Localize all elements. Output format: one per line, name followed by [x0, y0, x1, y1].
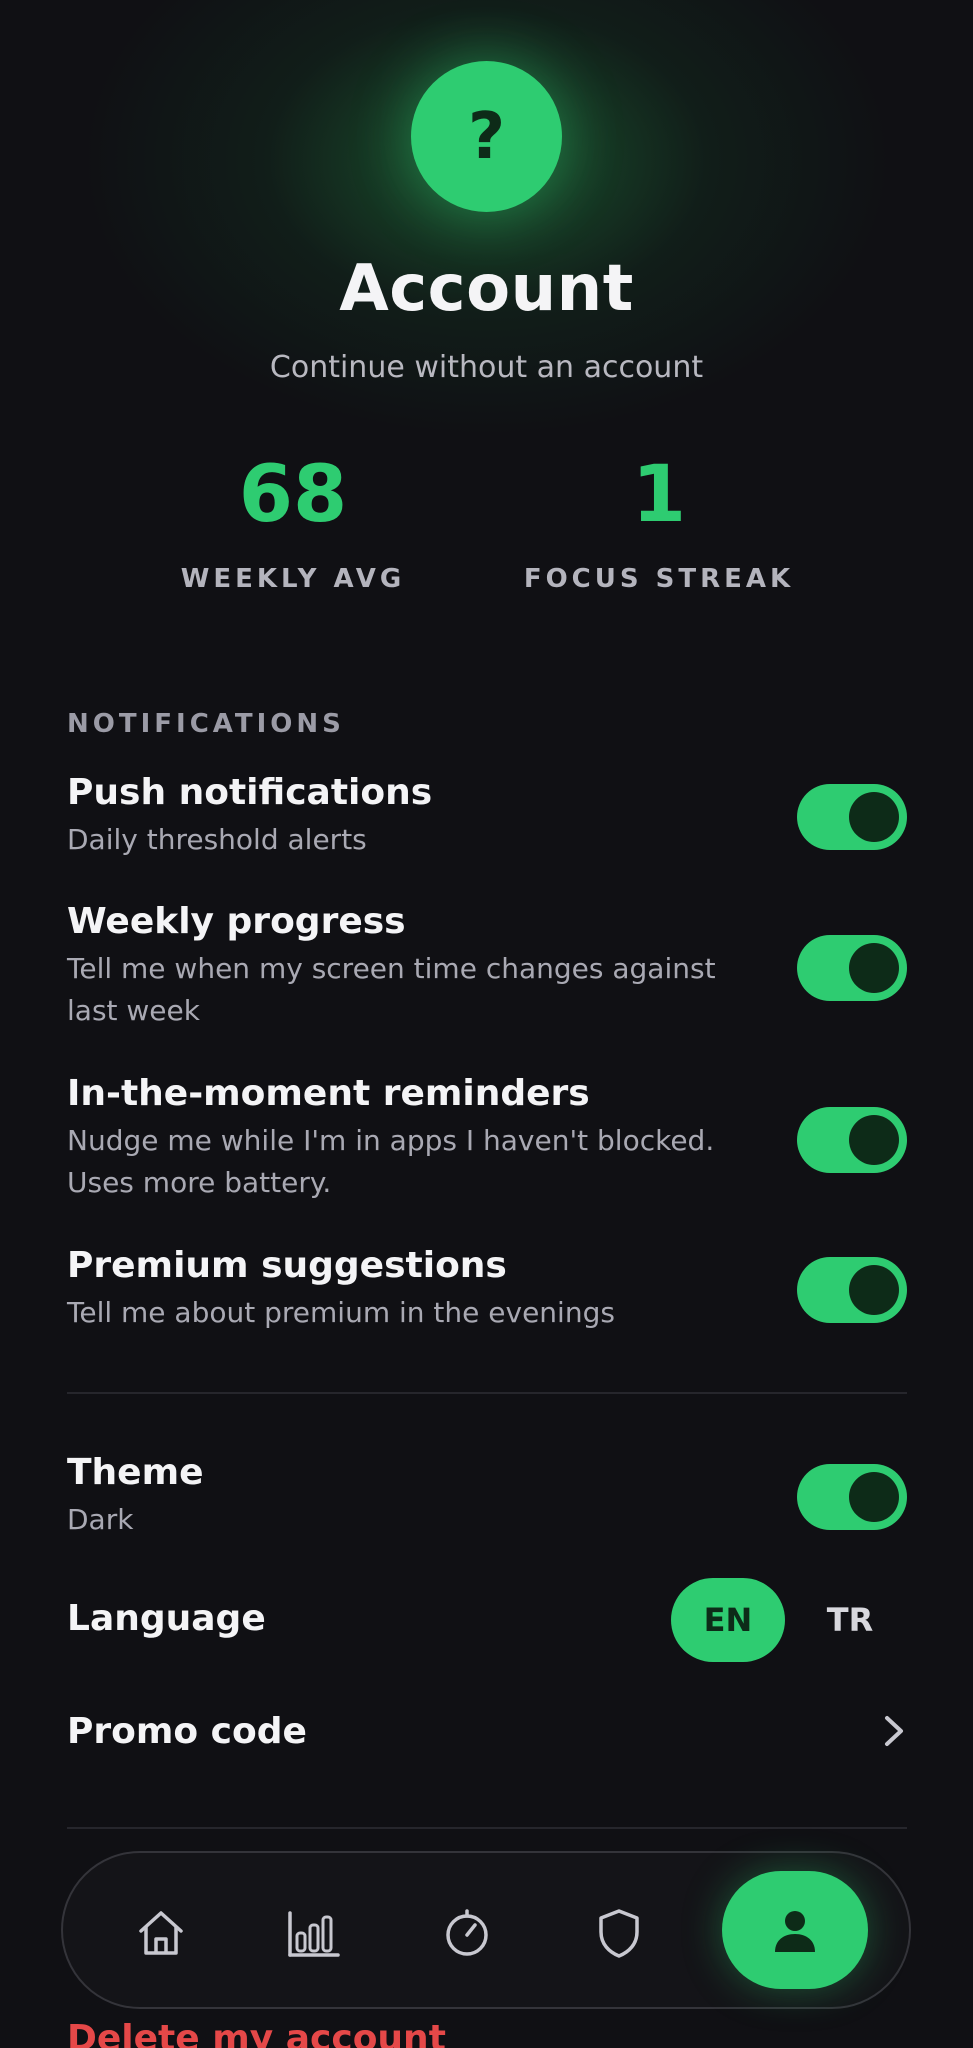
weekly-avg-value: 68 — [238, 450, 348, 540]
avatar-placeholder-glyph: ? — [467, 99, 506, 174]
toggle-knob — [849, 1115, 899, 1165]
home-icon[interactable] — [121, 1893, 201, 1973]
profile-icon[interactable] — [722, 1871, 868, 1989]
timer-icon[interactable] — [427, 1893, 507, 1973]
in-the-moment-reminders-row: In-the-moment reminders Nudge me while I… — [67, 1073, 907, 1204]
toggle-knob — [849, 943, 899, 993]
premium-suggestions-toggle[interactable] — [797, 1257, 907, 1323]
in-the-moment-reminders-toggle[interactable] — [797, 1107, 907, 1173]
delete-account-button[interactable]: Delete my account — [67, 2018, 446, 2048]
account-screen: ? Account Continue without an account 68… — [0, 0, 973, 2048]
premium-suggestions-row: Premium suggestions Tell me about premiu… — [67, 1245, 907, 1334]
push-notifications-title: Push notifications — [67, 772, 433, 813]
theme-toggle[interactable] — [797, 1464, 907, 1530]
divider — [67, 1392, 907, 1394]
push-notifications-toggle[interactable] — [797, 784, 907, 850]
premium-suggestions-title: Premium suggestions — [67, 1245, 507, 1286]
weekly-progress-row: Weekly progress Tell me when my screen t… — [67, 901, 907, 1032]
stats-icon[interactable] — [274, 1893, 354, 1973]
weekly-progress-title: Weekly progress — [67, 901, 406, 942]
weekly-avg-label: WEEKLY AVG — [180, 564, 406, 594]
focus-streak-label: FOCUS STREAK — [523, 564, 795, 594]
theme-title: Theme — [67, 1452, 204, 1493]
focus-streak-value: 1 — [631, 450, 687, 540]
weekly-avg-stat: 68 WEEKLY AVG — [113, 456, 473, 594]
focus-streak-stat: 1 FOCUS STREAK — [479, 456, 839, 594]
push-notifications-description: Daily threshold alerts — [67, 823, 367, 856]
shield-icon[interactable] — [579, 1893, 659, 1973]
language-option-tr[interactable]: TR — [800, 1578, 900, 1662]
language-option-en[interactable]: EN — [671, 1578, 785, 1662]
weekly-progress-description: Tell me when my screen time changes agai… — [67, 952, 716, 1027]
theme-value: Dark — [67, 1503, 134, 1536]
divider — [67, 1827, 907, 1829]
theme-row: Theme Dark — [67, 1452, 907, 1541]
toggle-knob — [849, 1472, 899, 1522]
toggle-knob — [849, 1265, 899, 1315]
in-the-moment-reminders-description: Nudge me while I'm in apps I haven't blo… — [67, 1124, 715, 1199]
weekly-progress-toggle[interactable] — [797, 935, 907, 1001]
page-title: Account — [339, 252, 634, 326]
promo-code-row[interactable]: Promo code — [67, 1711, 907, 1752]
push-notifications-row: Push notifications Daily threshold alert… — [67, 772, 907, 861]
avatar[interactable]: ? — [411, 61, 562, 212]
in-the-moment-reminders-title: In-the-moment reminders — [67, 1073, 590, 1114]
notifications-section-header: NOTIFICATIONS — [67, 709, 345, 739]
bottom-nav-bar — [61, 1851, 911, 2009]
premium-suggestions-description: Tell me about premium in the evenings — [67, 1296, 615, 1329]
toggle-knob — [849, 792, 899, 842]
promo-code-title: Promo code — [67, 1711, 307, 1752]
chevron-right-icon[interactable] — [881, 1714, 907, 1748]
continue-without-account-link[interactable]: Continue without an account — [0, 350, 973, 385]
